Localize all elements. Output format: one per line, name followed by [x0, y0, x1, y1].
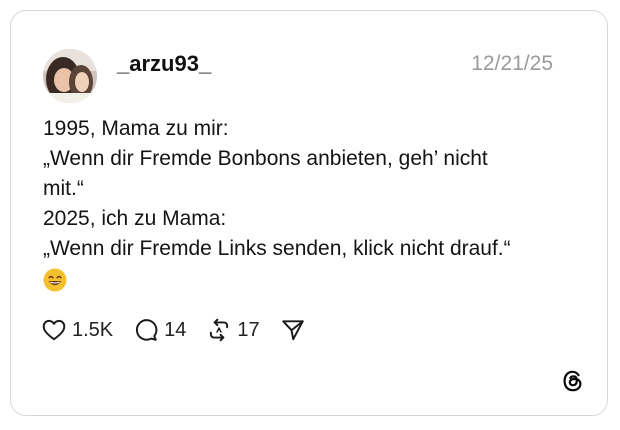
share-button[interactable] — [280, 317, 306, 343]
post-card: _arzu93_ 12/21/25 1995, Mama zu mir: „We… — [10, 10, 608, 416]
post-text-line: 2025, ich zu Mama: — [43, 207, 227, 230]
post-text-line: „Wenn dir Fremde Bonbons anbieten, geh’ … — [43, 147, 488, 170]
like-button[interactable]: 1.5K — [41, 317, 113, 343]
repost-count: 17 — [237, 318, 260, 341]
post-text-line: „Wenn dir Fremde Links senden, klick nic… — [43, 237, 511, 260]
repost-arrows-icon — [210, 318, 229, 342]
like-count: 1.5K — [72, 318, 114, 341]
send-icon — [281, 320, 304, 341]
username[interactable]: _arzu93_ — [117, 51, 211, 77]
heart-icon — [42, 319, 66, 341]
post-text: 1995, Mama zu mir: „Wenn dir Fremde Bonb… — [43, 114, 563, 298]
reply-count: 14 — [164, 318, 187, 341]
post-text-line: mit.“ — [43, 177, 84, 200]
timestamp: 12/21/25 — [471, 52, 553, 75]
comment-bubble-icon — [136, 319, 158, 341]
repost-button[interactable]: 17 — [206, 317, 260, 343]
reply-button[interactable]: 14 — [133, 317, 186, 343]
post-actions: 1.5K 14 17 — [41, 315, 326, 345]
threads-logo-icon[interactable] — [561, 369, 585, 393]
avatar-photo — [43, 49, 97, 103]
post-text-line: 1995, Mama zu mir: — [43, 117, 229, 140]
avatar[interactable] — [43, 49, 97, 103]
grinning-face-emoji-icon — [43, 268, 67, 292]
